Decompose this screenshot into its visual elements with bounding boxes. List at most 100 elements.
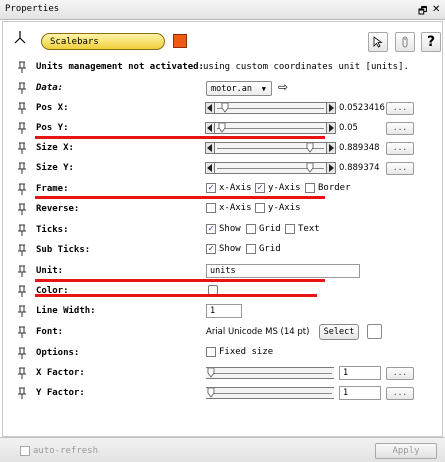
- y-factor-more-button[interactable]: ...: [386, 387, 414, 400]
- pin-icon[interactable]: [17, 203, 27, 216]
- slider-decrement-button[interactable]: [205, 162, 215, 174]
- slider-thumb[interactable]: [218, 123, 226, 133]
- unit-input[interactable]: units: [206, 264, 360, 278]
- y-factor-slider[interactable]: [206, 387, 334, 399]
- sub-ticks-grid-checkbox[interactable]: Grid: [246, 244, 281, 254]
- ticks-text-checkbox[interactable]: Text: [285, 224, 320, 234]
- size-y-slider[interactable]: [215, 162, 326, 174]
- slider-decrement-button[interactable]: [205, 122, 215, 134]
- pin-icon[interactable]: [17, 326, 27, 339]
- pos-y-more-button[interactable]: ...: [386, 122, 414, 135]
- pos-x-more-button[interactable]: ...: [386, 102, 414, 115]
- pos-y-label: Pos Y:: [36, 123, 69, 133]
- pin-icon[interactable]: [17, 367, 27, 380]
- info-icon: [402, 36, 408, 48]
- size-x-label: Size X:: [36, 143, 74, 153]
- object-color-swatch[interactable]: [173, 34, 187, 48]
- units-info-note: using custom coordinates unit [units].: [203, 62, 409, 72]
- slider-thumb[interactable]: [306, 143, 314, 153]
- slider-increment-button[interactable]: [326, 142, 336, 154]
- frame-y-axis-checkbox[interactable]: ✓ y-Axis: [255, 183, 301, 193]
- line-width-input[interactable]: 1: [206, 304, 242, 318]
- pos-y-value[interactable]: 0.05: [339, 123, 358, 133]
- pointer-button[interactable]: [368, 32, 388, 52]
- pin-icon[interactable]: [17, 265, 27, 278]
- object-selector[interactable]: Scalebars: [41, 33, 165, 50]
- pos-y-slider[interactable]: [215, 122, 326, 134]
- apply-button[interactable]: Apply: [375, 443, 437, 459]
- float-icon[interactable]: 🗗: [418, 4, 427, 21]
- units-info-row: Units management not activated: using cu…: [3, 58, 442, 78]
- frame-border-checkbox[interactable]: Border: [305, 183, 351, 193]
- x-factor-slider[interactable]: [206, 367, 334, 379]
- info-button[interactable]: [395, 32, 415, 52]
- size-y-more-button[interactable]: ...: [386, 162, 414, 175]
- data-select-value: motor.an: [211, 84, 252, 94]
- unit-label: Unit:: [36, 266, 64, 276]
- object-name: Scalebars: [50, 37, 99, 47]
- pin-icon[interactable]: [17, 82, 27, 95]
- slider-thumb[interactable]: [221, 103, 229, 113]
- pin-icon[interactable]: [17, 285, 27, 298]
- slider-decrement-button[interactable]: [205, 102, 215, 114]
- help-button[interactable]: ?: [421, 32, 441, 52]
- auto-refresh-checkbox[interactable]: auto-refresh: [20, 446, 98, 456]
- fixed-size-checkbox[interactable]: Fixed size: [206, 347, 273, 357]
- pin-icon[interactable]: [17, 162, 27, 175]
- line-width-label: Line Width:: [36, 306, 96, 316]
- size-x-value[interactable]: 0.889348: [339, 143, 380, 153]
- slider-increment-button[interactable]: [326, 122, 336, 134]
- reverse-x-axis-checkbox[interactable]: x-Axis: [206, 203, 252, 213]
- slider-increment-button[interactable]: [326, 162, 336, 174]
- pin-icon[interactable]: [17, 244, 27, 257]
- close-icon[interactable]: ✕: [432, 4, 440, 15]
- ticks-show-checkbox[interactable]: ✓ Show: [206, 224, 241, 234]
- data-select[interactable]: motor.an ▼: [206, 81, 272, 96]
- pin-icon[interactable]: [17, 61, 27, 74]
- ticks-label: Ticks:: [36, 225, 69, 235]
- pin-icon[interactable]: [17, 183, 27, 196]
- pos-x-slider[interactable]: [215, 102, 326, 114]
- x-factor-more-button[interactable]: ...: [386, 367, 414, 380]
- size-x-slider[interactable]: [215, 142, 326, 154]
- data-label: Data:: [36, 83, 64, 93]
- size-y-row: Size Y: 0.889374 ...: [3, 159, 442, 179]
- pin-icon[interactable]: [17, 347, 27, 360]
- slider-thumb[interactable]: [207, 368, 215, 378]
- sub-ticks-row: Sub Ticks: ✓ Show Grid: [3, 241, 442, 261]
- font-label: Font:: [36, 327, 64, 337]
- font-row: Font: Arial Unicode MS (14 pt) Select: [3, 323, 442, 343]
- options-row: Options: Fixed size: [3, 344, 442, 364]
- annotation-underline: [35, 196, 325, 199]
- font-color-button[interactable]: [367, 324, 382, 339]
- go-arrow-icon[interactable]: ⇨: [278, 80, 288, 94]
- data-row: Data: motor.an ▼ ⇨: [3, 79, 442, 99]
- sub-ticks-label: Sub Ticks:: [36, 245, 91, 255]
- font-select-button[interactable]: Select: [319, 324, 359, 340]
- slider-thumb[interactable]: [207, 388, 215, 398]
- slider-decrement-button[interactable]: [205, 142, 215, 154]
- frame-x-axis-checkbox[interactable]: ✓ x-Axis: [206, 183, 252, 193]
- slider-increment-button[interactable]: [326, 102, 336, 114]
- pin-icon[interactable]: [17, 224, 27, 237]
- options-label: Options:: [36, 348, 80, 358]
- y-factor-label: Y Factor:: [36, 388, 85, 398]
- ticks-grid-checkbox[interactable]: Grid: [246, 224, 281, 234]
- pin-icon[interactable]: [17, 122, 27, 135]
- x-factor-input[interactable]: 1: [339, 366, 381, 380]
- size-y-value[interactable]: 0.889374: [339, 163, 380, 173]
- pin-icon[interactable]: [17, 102, 27, 115]
- y-factor-input[interactable]: 1: [339, 386, 381, 400]
- pin-icon[interactable]: [17, 142, 27, 155]
- title-bar: Properties 🗗 ✕: [0, 0, 445, 20]
- pos-x-value[interactable]: 0.0523416: [339, 103, 385, 113]
- size-x-more-button[interactable]: ...: [386, 142, 414, 155]
- color-row: Color:: [3, 282, 442, 302]
- reverse-label: Reverse:: [36, 204, 80, 214]
- pin-icon[interactable]: [17, 387, 27, 400]
- reverse-y-axis-checkbox[interactable]: y-Axis: [255, 203, 301, 213]
- pin-icon[interactable]: [17, 305, 27, 318]
- size-x-row: Size X: 0.889348 ...: [3, 139, 442, 159]
- slider-thumb[interactable]: [306, 163, 314, 173]
- sub-ticks-show-checkbox[interactable]: ✓ Show: [206, 244, 241, 254]
